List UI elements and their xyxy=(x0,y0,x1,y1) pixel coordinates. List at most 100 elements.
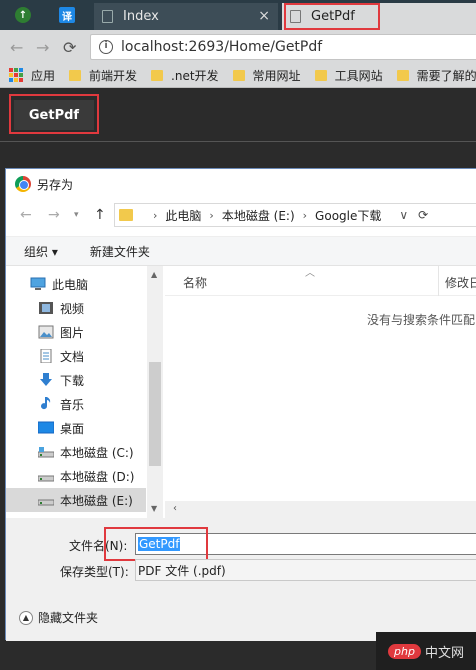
nav-item-label: 本地磁盘 (E:) xyxy=(60,493,133,508)
video-icon xyxy=(39,302,53,314)
nav-item-label: 视频 xyxy=(60,301,85,316)
folder-icon xyxy=(69,69,82,81)
nav-item-downloads[interactable]: 下载 xyxy=(6,368,146,392)
bookmark-apps[interactable]: 应用 xyxy=(9,67,55,84)
scroll-down-icon[interactable]: ▼ xyxy=(151,504,157,513)
refresh-icon[interactable]: ⟳ xyxy=(418,208,428,222)
breadcrumb-item[interactable]: 本地磁盘 (E:) xyxy=(222,207,295,224)
breadcrumb[interactable]: › 此电脑 › 本地磁盘 (E:) › Google下载 ∨ ⟳ xyxy=(114,203,476,227)
nav-item-this-pc[interactable]: 此电脑 xyxy=(6,272,146,296)
column-name[interactable]: 名称 xyxy=(183,274,207,291)
nav-item-label: 图片 xyxy=(60,325,85,340)
tab-index[interactable]: Index × xyxy=(94,3,278,30)
tab-title: GetPdf xyxy=(311,9,355,24)
empty-message: 没有与搜索条件匹配 xyxy=(367,313,476,327)
info-icon[interactable]: i xyxy=(99,40,113,54)
filetype-value: PDF 文件 (.pdf) xyxy=(138,563,226,578)
hide-folders-label: 隐藏文件夹 xyxy=(38,611,99,625)
filetype-select[interactable]: PDF 文件 (.pdf) xyxy=(135,559,476,581)
nav-item-documents[interactable]: 文档 xyxy=(6,344,146,368)
nav-item-label: 音乐 xyxy=(60,397,85,412)
folder-icon xyxy=(151,69,164,81)
hide-folders-toggle[interactable]: ▲ 隐藏文件夹 xyxy=(19,609,98,626)
column-header-row: ︿ 名称 修改日 xyxy=(165,266,476,296)
reload-icon[interactable]: ⟳ xyxy=(63,38,76,57)
bookmark-label: 工具网站 xyxy=(334,68,383,83)
getpdf-button[interactable]: GetPdf xyxy=(14,100,94,130)
nav-item-label: 此电脑 xyxy=(52,277,89,292)
dropdown-icon[interactable]: ∨ xyxy=(399,208,408,222)
close-tab-icon[interactable]: × xyxy=(258,8,270,24)
apps-grid-icon xyxy=(9,68,23,82)
column-divider[interactable] xyxy=(438,266,439,296)
back-icon[interactable]: ← xyxy=(20,207,32,223)
nav-item-pictures[interactable]: 图片 xyxy=(6,320,146,344)
nav-item-drive-d[interactable]: 本地磁盘 (D:) xyxy=(6,464,146,488)
tab-getpdf[interactable]: GetPdf xyxy=(282,3,476,30)
navigation-pane: 此电脑 视频 图片 文档 下载 音乐 桌面 本地磁盘 (C:) 本地磁盘 (D:… xyxy=(6,266,163,518)
scroll-left-icon[interactable]: ‹ xyxy=(173,503,177,514)
bookmark-folder[interactable]: 常用网址 xyxy=(232,67,301,84)
breadcrumb-separator-icon[interactable]: › xyxy=(153,209,157,222)
back-icon[interactable]: ← xyxy=(10,38,23,57)
drive-icon xyxy=(38,475,54,482)
scrollbar-thumb[interactable] xyxy=(149,362,161,466)
nav-item-label: 本地磁盘 (D:) xyxy=(60,469,135,484)
music-icon xyxy=(41,397,51,410)
bookmark-label: 常用网址 xyxy=(252,68,301,83)
bookmark-folder[interactable]: .net开发 xyxy=(151,67,219,84)
page-icon xyxy=(290,10,301,23)
nav-item-music[interactable]: 音乐 xyxy=(6,392,146,416)
filename-label: 文件名(N): xyxy=(69,539,128,553)
save-as-dialog: 另存为 ← → ▾ ↑ › 此电脑 › 本地磁盘 (E:) › Google下载… xyxy=(5,168,476,641)
chevron-up-icon: ▲ xyxy=(19,610,33,625)
pinned-tab-1[interactable]: ↑ xyxy=(8,3,38,27)
nav-item-drive-c[interactable]: 本地磁盘 (C:) xyxy=(6,440,146,464)
breadcrumb-item[interactable]: 此电脑 xyxy=(165,207,201,224)
nav-scrollbar[interactable]: ▲ ▼ xyxy=(147,266,163,518)
breadcrumb-separator-icon[interactable]: › xyxy=(209,209,213,222)
nav-item-desktop[interactable]: 桌面 xyxy=(6,416,146,440)
breadcrumb-item[interactable]: Google下载 xyxy=(315,207,381,224)
desktop-icon xyxy=(38,421,54,434)
new-folder-button[interactable]: 新建文件夹 xyxy=(90,243,150,260)
divider xyxy=(0,141,476,142)
filetype-label: 保存类型(T): xyxy=(60,565,129,579)
bookmark-folder[interactable]: 需要了解的内 xyxy=(396,67,476,84)
watermark-text: 中文网 xyxy=(424,645,464,661)
breadcrumb-separator-icon[interactable]: › xyxy=(303,209,307,222)
php-logo: php xyxy=(388,643,421,659)
horizontal-scrollbar[interactable]: ‹ xyxy=(165,501,476,518)
bookmark-folder[interactable]: 工具网站 xyxy=(314,67,383,84)
nav-item-label: 桌面 xyxy=(60,421,85,436)
browser-toolbar: ← → ⟳ i localhost:2693/Home/GetPdf xyxy=(0,30,476,63)
nav-item-videos[interactable]: 视频 xyxy=(6,296,146,320)
extension-arrow-icon: ↑ xyxy=(15,7,31,23)
drive-icon xyxy=(38,447,54,458)
bookmarks-bar: 应用 前端开发 .net开发 常用网址 工具网站 需要了解的内 xyxy=(0,63,476,88)
forward-icon[interactable]: → xyxy=(48,207,60,223)
bookmark-label: 需要了解的内 xyxy=(416,68,476,83)
folder-icon xyxy=(119,209,133,221)
chevron-down-icon[interactable]: ▾ xyxy=(74,210,79,220)
nav-item-label: 下载 xyxy=(60,373,85,388)
page-icon xyxy=(102,10,113,23)
organize-button[interactable]: 组织 ▾ xyxy=(24,243,58,260)
sort-caret-icon: ︿ xyxy=(305,268,315,279)
up-arrow-icon[interactable]: ↑ xyxy=(94,207,106,223)
forward-icon[interactable]: → xyxy=(36,38,49,57)
tab-strip: ↑ 译 Index × GetPdf xyxy=(0,0,476,30)
address-bar[interactable]: i localhost:2693/Home/GetPdf xyxy=(90,34,476,60)
documents-icon xyxy=(40,349,52,363)
site-watermark: php 中文网 xyxy=(376,632,476,670)
folder-icon xyxy=(314,69,327,81)
chrome-icon xyxy=(15,176,31,192)
nav-item-label: 文档 xyxy=(60,349,85,364)
url-text: localhost:2693/Home/GetPdf xyxy=(121,39,323,55)
column-modified[interactable]: 修改日 xyxy=(445,274,476,291)
nav-item-drive-e[interactable]: 本地磁盘 (E:) xyxy=(6,488,146,512)
bookmark-folder[interactable]: 前端开发 xyxy=(69,67,137,84)
pinned-tab-2[interactable]: 译 xyxy=(52,3,82,27)
filename-field[interactable]: GetPdf xyxy=(135,533,476,555)
scroll-up-icon[interactable]: ▲ xyxy=(151,270,157,279)
